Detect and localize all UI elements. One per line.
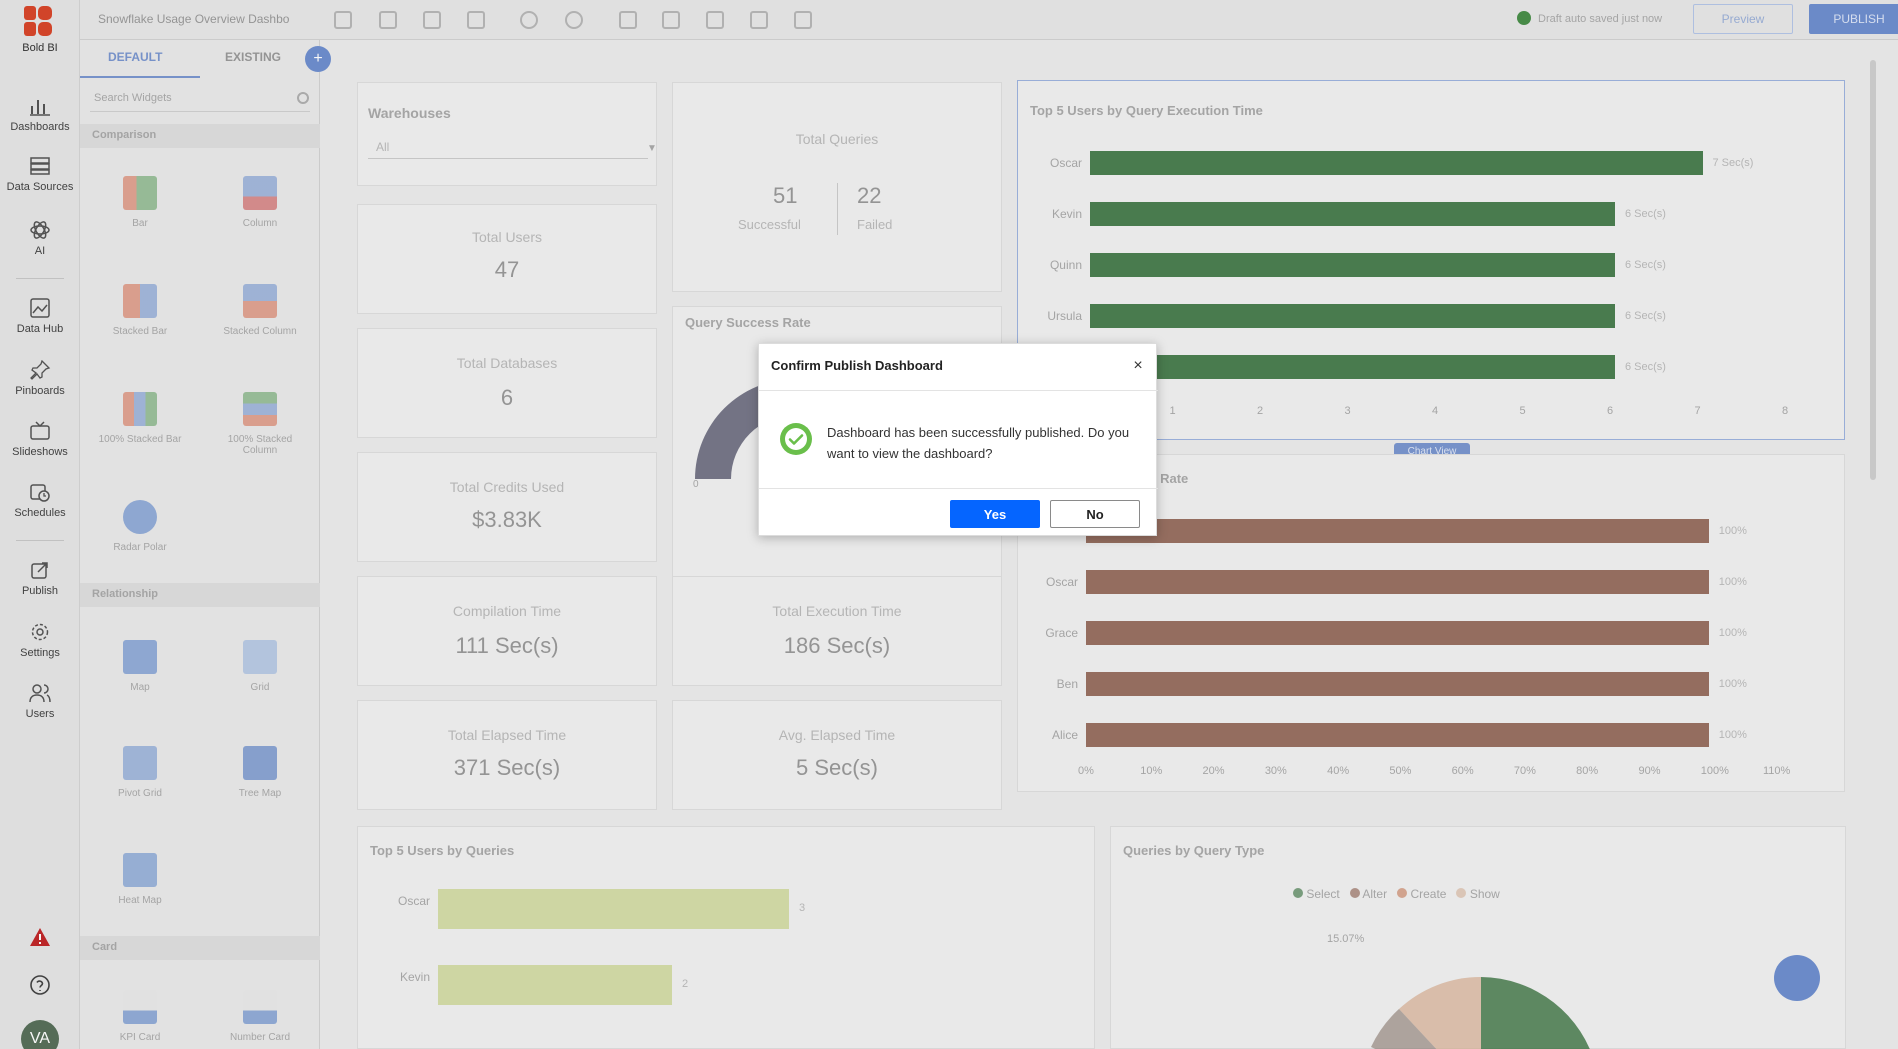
yes-button[interactable]: Yes bbox=[950, 500, 1040, 528]
dialog-message: Dashboard has been successfully publishe… bbox=[827, 425, 1130, 461]
dialog-title: Confirm Publish Dashboard bbox=[771, 358, 943, 373]
close-icon[interactable]: × bbox=[1128, 356, 1148, 376]
dialog-header: Confirm Publish Dashboard × bbox=[759, 344, 1158, 391]
confirm-publish-dialog: Confirm Publish Dashboard × Dashboard ha… bbox=[758, 343, 1158, 537]
dialog-footer: Yes No bbox=[759, 488, 1158, 537]
success-check-icon bbox=[780, 423, 812, 455]
dialog-body: Dashboard has been successfully publishe… bbox=[759, 392, 1158, 488]
no-button[interactable]: No bbox=[1050, 500, 1140, 528]
